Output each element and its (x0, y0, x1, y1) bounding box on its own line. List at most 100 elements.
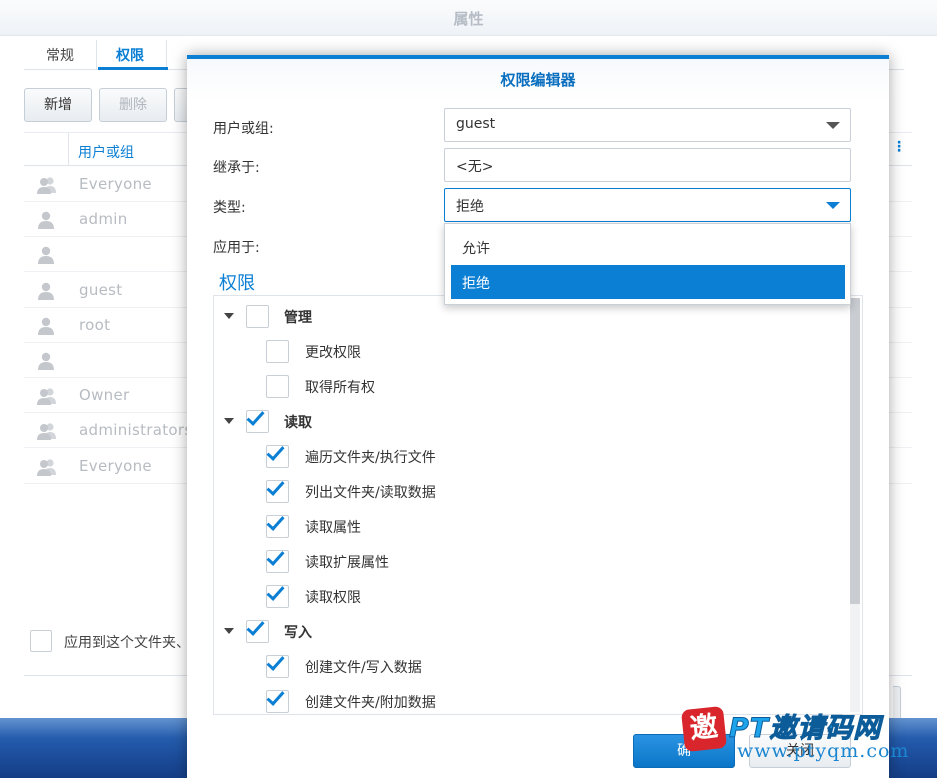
user-or-group-name: administrators (79, 421, 193, 440)
permission-label: 创建文件/写入数据 (305, 660, 422, 676)
close-button[interactable]: 关闭 (749, 734, 851, 768)
type-select[interactable]: 拒绝 (444, 188, 851, 222)
permission-row: 读取权限 (214, 579, 844, 614)
permission-label: 读取权限 (305, 590, 361, 606)
apply-to-children-label: 应用到这个文件夹、 (64, 635, 190, 651)
user-icon (36, 351, 58, 371)
column-options-icon[interactable]: ⋮ (892, 139, 906, 155)
type-option-deny[interactable]: 拒绝 (451, 265, 845, 299)
permission-row: 遍历文件夹/执行文件 (214, 439, 844, 474)
group-icon (36, 457, 58, 477)
permission-row: 更改权限 (214, 334, 844, 369)
user-or-group-name: root (79, 315, 111, 334)
chevron-down-icon (826, 122, 840, 129)
user-or-group-value: guest (456, 116, 496, 132)
tab-general[interactable]: 常规 (46, 45, 74, 65)
checkmark-icon (266, 512, 285, 531)
permission-editor-dialog: 权限编辑器 用户或组: guest 继承于: <无> 类型: 拒绝 应用于: 权… (187, 55, 889, 778)
permission-checkbox[interactable] (246, 305, 269, 328)
permission-label: 写入 (284, 625, 312, 641)
permission-row: 创建文件夹/附加数据 (214, 684, 844, 714)
permission-checkbox[interactable] (266, 512, 289, 538)
permissions-tree: 管理更改权限取得所有权读取遍历文件夹/执行文件 列出文件夹/读取数据 读取属性读取扩… (213, 295, 863, 715)
checkmark-icon (266, 477, 285, 496)
scrollbar-thumb[interactable] (850, 298, 860, 604)
permission-group-row: 读取 (214, 404, 844, 439)
permission-row: 取得所有权 (214, 369, 844, 404)
permissions-title: 权限 (219, 273, 255, 294)
user-or-group-name: guest (79, 280, 123, 299)
user-or-group-name: admin (79, 210, 128, 229)
column-header-user-or-group[interactable]: 用户或组 (78, 142, 134, 162)
expand-arrow-icon[interactable] (224, 628, 234, 634)
permission-checkbox[interactable] (266, 652, 289, 678)
group-icon (36, 175, 58, 195)
checkmark-icon (266, 687, 285, 706)
permission-checkbox[interactable] (266, 477, 289, 503)
column-divider (68, 133, 69, 166)
user-or-group-select[interactable]: guest (444, 108, 851, 142)
permission-row: 创建文件/写入数据 (214, 649, 844, 684)
user-icon (36, 316, 58, 336)
permission-label: 创建文件夹/附加数据 (305, 695, 436, 711)
tab-permissions[interactable]: 权限 (116, 45, 144, 65)
permission-checkbox[interactable] (266, 582, 289, 608)
permission-label: 取得所有权 (305, 380, 375, 396)
active-tab-indicator (98, 67, 168, 70)
delete-button[interactable]: 删除 (99, 88, 167, 122)
group-icon (36, 421, 58, 441)
add-button[interactable]: 新增 (24, 88, 92, 122)
checkmark-icon (266, 547, 285, 566)
expand-arrow-icon[interactable] (224, 418, 234, 424)
checkmark-icon (246, 407, 265, 426)
checkmark-icon (266, 652, 285, 671)
properties-title: 属性 (453, 10, 484, 28)
permission-checkbox[interactable] (266, 687, 289, 713)
permission-checkbox[interactable] (266, 547, 289, 573)
type-dropdown-list: 允许 拒绝 (444, 223, 851, 305)
apply-to-label: 应用于: (213, 240, 260, 256)
checkmark-icon (246, 617, 265, 636)
permission-checkbox[interactable] (246, 407, 269, 433)
user-or-group-label: 用户或组: (213, 121, 274, 137)
permission-row: 读取扩展属性 (214, 544, 844, 579)
permission-checkbox[interactable] (266, 375, 289, 398)
type-value: 拒绝 (456, 199, 484, 215)
user-or-group-name: Owner (79, 386, 130, 405)
permission-checkbox[interactable] (266, 442, 289, 468)
expand-arrow-icon[interactable] (224, 313, 234, 319)
permission-label: 列出文件夹/读取数据 (305, 485, 436, 501)
inherit-from-field: <无> (444, 148, 851, 182)
dialog-title: 权限编辑器 (500, 71, 576, 89)
group-icon (36, 386, 58, 406)
ok-button[interactable]: 确 (633, 734, 735, 768)
checkmark-icon (266, 442, 285, 461)
checkmark-icon (266, 582, 285, 601)
permission-group-row: 写入 (214, 614, 844, 649)
background-button-edge (893, 686, 901, 720)
user-or-group-name: Everyone (79, 456, 152, 475)
user-or-group-name: Everyone (79, 175, 152, 193)
chevron-down-icon (826, 202, 840, 209)
permission-label: 读取扩展属性 (305, 555, 389, 571)
tab-separator (96, 40, 97, 70)
inherit-from-value: <无> (456, 159, 494, 175)
permission-row: 列出文件夹/读取数据 (214, 474, 844, 509)
apply-to-children-checkbox[interactable] (30, 630, 52, 652)
user-icon (36, 281, 58, 301)
type-option-allow[interactable]: 允许 (451, 230, 845, 264)
permission-label: 遍历文件夹/执行文件 (305, 450, 436, 466)
permission-label: 管理 (284, 310, 312, 326)
permission-label: 更改权限 (305, 345, 361, 361)
user-icon (36, 245, 58, 265)
type-label: 类型: (213, 200, 246, 216)
properties-title-bar: 属性 (0, 0, 937, 36)
permission-label: 读取属性 (305, 520, 361, 536)
permission-row: 读取属性 (214, 509, 844, 544)
permission-checkbox[interactable] (246, 617, 269, 643)
permission-checkbox[interactable] (266, 340, 289, 363)
tab-separator (166, 40, 167, 70)
user-icon (36, 210, 58, 230)
permission-label: 读取 (284, 415, 312, 431)
inherit-from-label: 继承于: (213, 160, 260, 176)
